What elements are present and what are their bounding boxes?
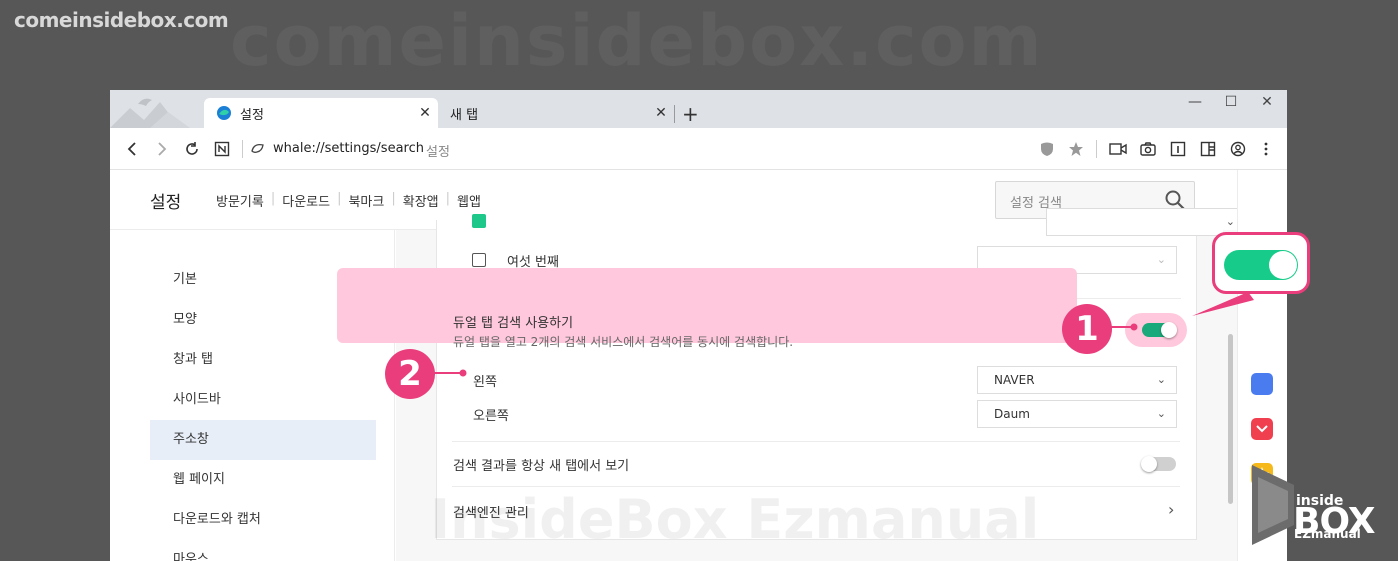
close-window-icon[interactable]: ✕ (1252, 94, 1282, 110)
tab-separator (674, 105, 675, 123)
chevron-right-icon[interactable]: › (1168, 500, 1174, 519)
camera-icon[interactable] (1136, 137, 1160, 161)
callout-line-2 (430, 369, 467, 377)
menu-item-download-capture[interactable]: 다운로드와 캡처 (150, 500, 376, 540)
right-engine-label: 오른쪽 (473, 409, 509, 424)
scrollbar-thumb[interactable] (1228, 334, 1233, 504)
callout-badge-2: 2 (385, 349, 435, 399)
watermark-ghost: comeinsidebox.com (230, 0, 1044, 82)
tab-label: 설정 (240, 107, 264, 123)
watermark-top: comeinsidebox.com (14, 8, 229, 32)
menu-item-sidebar[interactable]: 사이드바 (150, 380, 376, 420)
menu-item-address-bar[interactable]: 주소창 (150, 420, 376, 460)
tab-strip: 설정 ✕ 새 탭 ✕ + — ☐ ✕ (110, 90, 1287, 128)
fifth-engine-checkbox[interactable] (472, 214, 486, 228)
dual-tab-description: 듀얼 탭을 열고 2개의 검색 서비스에서 검색어를 동시에 검색합니다. (453, 335, 794, 349)
nav-bookmarks-link[interactable]: 북마크 (344, 191, 388, 210)
profile-icon[interactable] (1226, 137, 1250, 161)
tab-label: 새 탭 (450, 107, 479, 123)
left-engine-value: NAVER (994, 373, 1035, 387)
sidebar-toggle-icon[interactable] (1196, 137, 1220, 161)
nav-extensions-link[interactable]: 확장앱 (399, 191, 443, 210)
back-icon[interactable] (120, 137, 144, 161)
naver-home-icon[interactable] (210, 137, 234, 161)
zoomed-toggle-icon (1224, 250, 1298, 280)
pocket-icon[interactable] (1251, 418, 1273, 440)
right-engine-select[interactable]: Daum ⌄ (977, 400, 1177, 428)
left-engine-select[interactable]: NAVER ⌄ (977, 366, 1177, 394)
whale-address-icon (246, 137, 270, 161)
left-engine-label: 왼쪽 (473, 375, 497, 390)
info-icon[interactable] (1166, 137, 1190, 161)
fifth-engine-select[interactable]: ⌄ (1046, 208, 1246, 236)
reload-icon[interactable] (180, 137, 204, 161)
divider (452, 441, 1180, 442)
minimize-icon[interactable]: — (1180, 94, 1210, 110)
menu-kebab-icon[interactable] (1254, 137, 1278, 161)
whale-logo-icon (217, 106, 231, 120)
new-tab-results-toggle[interactable] (1141, 456, 1176, 472)
address-page-title: 설정 (426, 145, 450, 160)
settings-nav: 방문기록 | 다운로드 | 북마크 | 확장앱 | 웹앱 (212, 191, 485, 210)
watermark-bottom: InsideBox Ezmanual (430, 488, 1040, 551)
callout-badge-1: 1 (1062, 304, 1112, 354)
whale-mountain-art-icon (110, 98, 190, 128)
bookmark-star-icon[interactable] (1064, 137, 1088, 161)
dual-tab-engines-highlight (337, 268, 1077, 343)
nav-history-link[interactable]: 방문기록 (212, 191, 268, 210)
toolbar: whale://settings/search 설정 (110, 128, 1287, 170)
logo-ez-text: EZmanual (1294, 527, 1361, 541)
close-tab-icon[interactable]: ✕ (648, 105, 674, 121)
new-tab-plus-icon[interactable]: + (682, 102, 699, 126)
insidebox-logo: inside BOX EZmanual (1248, 463, 1378, 547)
chevron-down-icon: ⌄ (1156, 373, 1166, 386)
dual-tab-title: 듀얼 탭 검색 사용하기 (453, 316, 574, 331)
forward-icon[interactable] (150, 137, 174, 161)
menu-item-windows-tabs[interactable]: 창과 탭 (150, 340, 376, 380)
menu-item-mouse[interactable]: 마우스 (150, 540, 376, 561)
sixth-engine-checkbox[interactable] (472, 253, 486, 267)
right-engine-value: Daum (994, 407, 1030, 421)
menu-item-web-page[interactable]: 웹 페이지 (150, 460, 376, 500)
divider (452, 486, 1180, 487)
toolbar-separator (1096, 140, 1097, 158)
video-icon[interactable] (1106, 137, 1130, 161)
tab-settings[interactable]: 설정 ✕ (204, 98, 438, 128)
nav-webapps-link[interactable]: 웹앱 (453, 191, 485, 210)
blue-app-icon[interactable] (1251, 373, 1273, 395)
new-tab-results-label: 검색 결과를 항상 새 탭에서 보기 (453, 459, 630, 474)
maximize-icon[interactable]: ☐ (1216, 94, 1246, 110)
address-separator (242, 140, 243, 158)
address-url[interactable]: whale://settings/search (273, 141, 424, 156)
shield-icon[interactable] (1035, 137, 1059, 161)
tab-new-tab[interactable]: 새 탭 ✕ (440, 98, 674, 128)
chevron-down-icon: ⌄ (1156, 253, 1166, 266)
close-tab-icon[interactable]: ✕ (412, 105, 438, 121)
chevron-down-icon: ⌄ (1156, 407, 1166, 420)
nav-downloads-link[interactable]: 다운로드 (278, 191, 334, 210)
toggle-zoom-callout (1212, 232, 1310, 294)
page-title: 설정 (150, 193, 182, 213)
